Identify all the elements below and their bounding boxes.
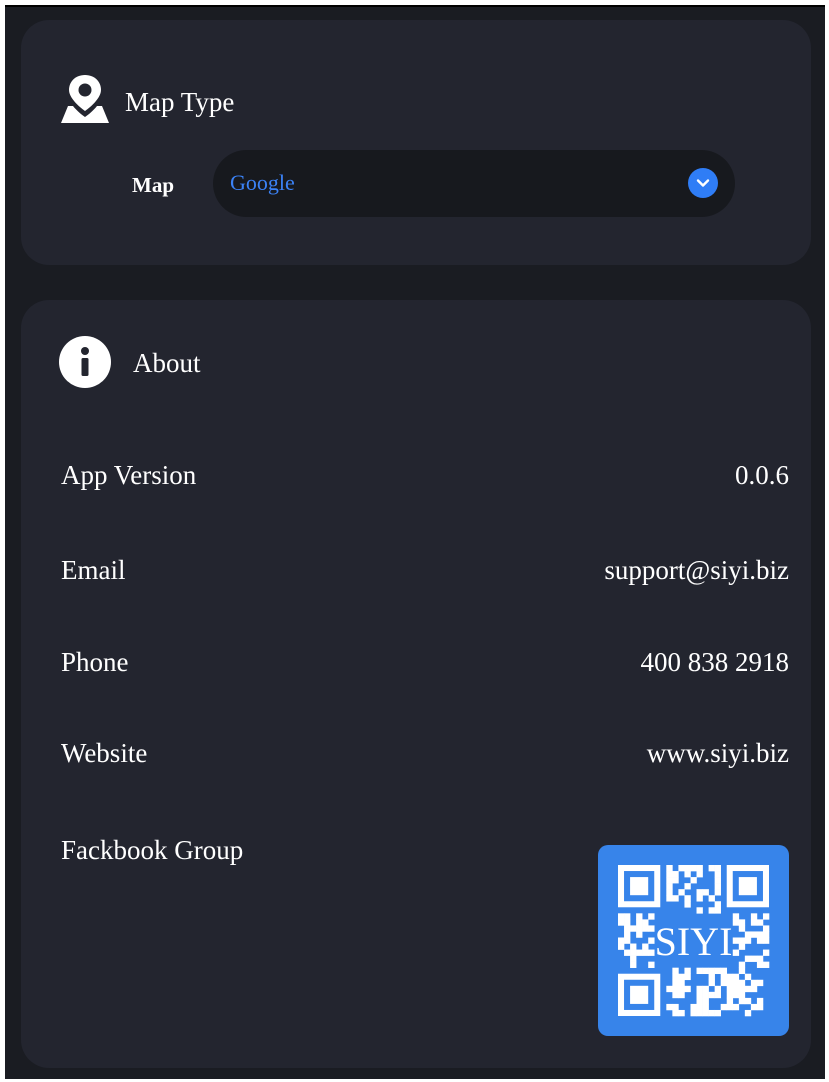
website-value[interactable]: www.siyi.biz	[647, 737, 789, 769]
about-title: About	[133, 348, 201, 378]
website-label: Website	[61, 738, 148, 768]
qr-code-image: SIYI	[598, 845, 789, 1036]
facebook-group-label: Fackbook Group	[61, 835, 244, 865]
map-label: Map	[132, 173, 174, 197]
email-label: Email	[61, 555, 126, 585]
phone-value[interactable]: 400 838 2918	[641, 646, 790, 678]
chevron-down-icon[interactable]	[688, 168, 718, 198]
qr-logo-text: SIYI	[655, 919, 733, 964]
about-card: About App Version 0.0.6 Email support@si…	[21, 300, 811, 1068]
email-value[interactable]: support@siyi.biz	[604, 554, 789, 586]
app-version-label: App Version	[61, 460, 197, 490]
settings-panel: Map Type Map Google About App Version 0.…	[5, 5, 825, 1079]
map-type-card: Map Type Map Google	[21, 20, 811, 265]
info-icon	[59, 336, 111, 388]
phone-label: Phone	[61, 647, 129, 677]
app-version-value: 0.0.6	[735, 460, 789, 490]
map-select-value: Google	[230, 170, 295, 195]
map-type-title: Map Type	[125, 87, 235, 117]
map-select[interactable]: Google	[213, 150, 735, 217]
map-pin-icon	[59, 73, 111, 125]
